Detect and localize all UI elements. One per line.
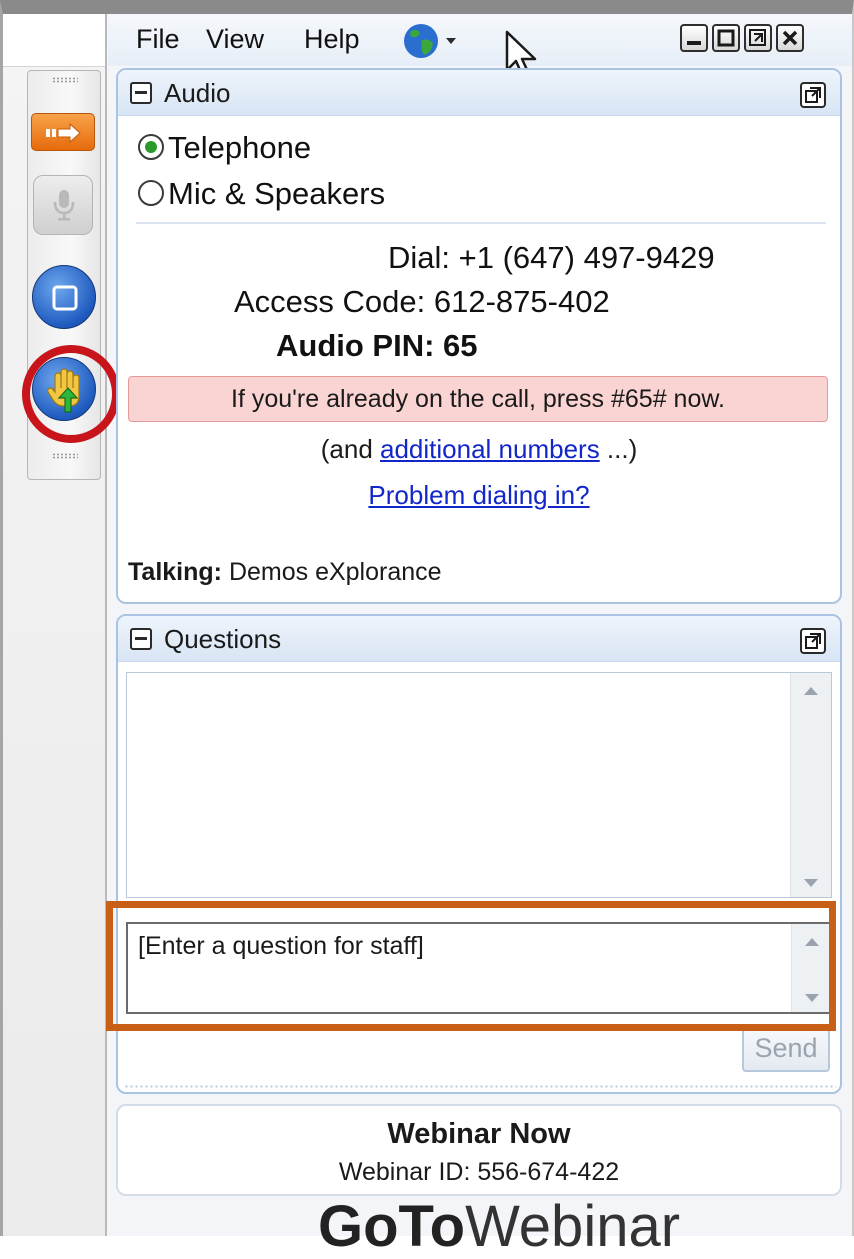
menu-file[interactable]: File — [136, 24, 180, 55]
microphone-button[interactable] — [33, 175, 93, 235]
scroll-down-icon[interactable] — [804, 879, 818, 887]
globe-icon — [404, 24, 456, 58]
pin-alert-banner: If you're already on the call, press #65… — [128, 376, 828, 422]
close-icon — [782, 30, 798, 46]
menu-help[interactable]: Help — [304, 24, 360, 55]
language-dropdown[interactable] — [402, 22, 468, 67]
minimize-button[interactable] — [680, 24, 708, 52]
questions-collapse-button[interactable] — [130, 628, 152, 650]
audio-panel: Audio Telephone Mic & Speakers Dial: +1 … — [116, 68, 842, 604]
arrow-right-icon — [46, 123, 81, 143]
sidebar-top-strip — [3, 14, 105, 67]
webinar-id: Webinar ID: 556-674-422 — [338, 1158, 620, 1186]
show-screen-button[interactable] — [32, 265, 96, 329]
toolbar-grip-top[interactable] — [52, 77, 78, 83]
minimize-icon — [687, 41, 701, 45]
webinar-title: Webinar Now — [387, 1118, 571, 1150]
close-button[interactable] — [776, 24, 804, 52]
webinar-info-panel: Webinar Now Webinar ID: 556-674-422 — [116, 1104, 842, 1196]
send-button[interactable]: Send — [742, 1024, 830, 1072]
popout-icon — [805, 633, 821, 649]
maximize-button[interactable] — [712, 24, 740, 52]
questions-popout-button[interactable] — [800, 628, 826, 654]
dial-line: Dial: +1 (647) 497-9429 — [388, 240, 715, 276]
questions-panel-header: Questions — [118, 616, 840, 662]
telephone-label: Telephone — [168, 130, 312, 165]
raise-hand-highlight-circle — [22, 345, 120, 443]
problem-dialing-line: Problem dialing in? — [118, 480, 840, 511]
microphone-icon — [53, 190, 75, 221]
additional-numbers-line: (and additional numbers ...) — [118, 434, 840, 465]
audio-pin-label: Audio PIN: — [276, 328, 435, 363]
menu-view[interactable]: View — [206, 24, 264, 55]
telephone-radio[interactable] — [138, 133, 164, 160]
problem-dialing-link[interactable]: Problem dialing in? — [368, 480, 589, 510]
talking-label: Talking: — [128, 558, 222, 586]
talking-name: Demos eXplorance — [228, 558, 442, 586]
mic-speakers-radio[interactable] — [138, 179, 164, 206]
dial-label: Dial: — [388, 240, 451, 275]
audio-pin-value: 65 — [443, 328, 478, 363]
mic-speakers-label: Mic & Speakers — [168, 176, 386, 211]
question-input-highlight-box — [106, 901, 836, 1031]
mic-speakers-option[interactable]: Mic & Speakers — [138, 176, 385, 212]
restore-button[interactable] — [744, 24, 772, 52]
gotowebinar-logo: GoToWebinar — [318, 1198, 680, 1256]
additional-suffix: ...) — [599, 434, 638, 464]
screen-icon — [52, 285, 78, 311]
popout-icon — [805, 87, 821, 103]
logo-bold-text: GoTo — [318, 1194, 466, 1259]
questions-log-scrollbar[interactable] — [790, 673, 831, 897]
panel-resize-grip[interactable] — [124, 1084, 836, 1090]
access-code-value: 612-875-402 — [433, 284, 610, 319]
audio-collapse-button[interactable] — [130, 82, 152, 104]
talking-status: Talking: Demos eXplorance — [128, 558, 442, 587]
audio-divider — [136, 222, 826, 224]
toolbar-grip-bottom[interactable] — [52, 453, 78, 459]
logo-light-text: Webinar — [465, 1194, 681, 1259]
show-hide-panel-button[interactable] — [31, 113, 95, 151]
access-code-line: Access Code: 612-875-402 — [234, 284, 610, 320]
audio-panel-header: Audio — [118, 70, 840, 116]
restore-icon — [749, 29, 766, 46]
additional-numbers-link[interactable]: additional numbers — [380, 434, 600, 464]
menu-bar: File View Help — [108, 14, 852, 66]
dial-number: +1 (647) 497-9429 — [458, 240, 715, 275]
audio-pin-line: Audio PIN: 65 — [276, 328, 478, 364]
telephone-option[interactable]: Telephone — [138, 130, 311, 166]
questions-log[interactable] — [126, 672, 832, 898]
access-code-label: Access Code: — [234, 284, 426, 319]
questions-panel-title: Questions — [164, 624, 282, 654]
additional-prefix: (and — [320, 434, 380, 464]
audio-panel-title: Audio — [164, 78, 231, 108]
maximize-icon — [717, 29, 735, 47]
scroll-up-icon[interactable] — [804, 687, 818, 695]
audio-popout-button[interactable] — [800, 82, 826, 108]
